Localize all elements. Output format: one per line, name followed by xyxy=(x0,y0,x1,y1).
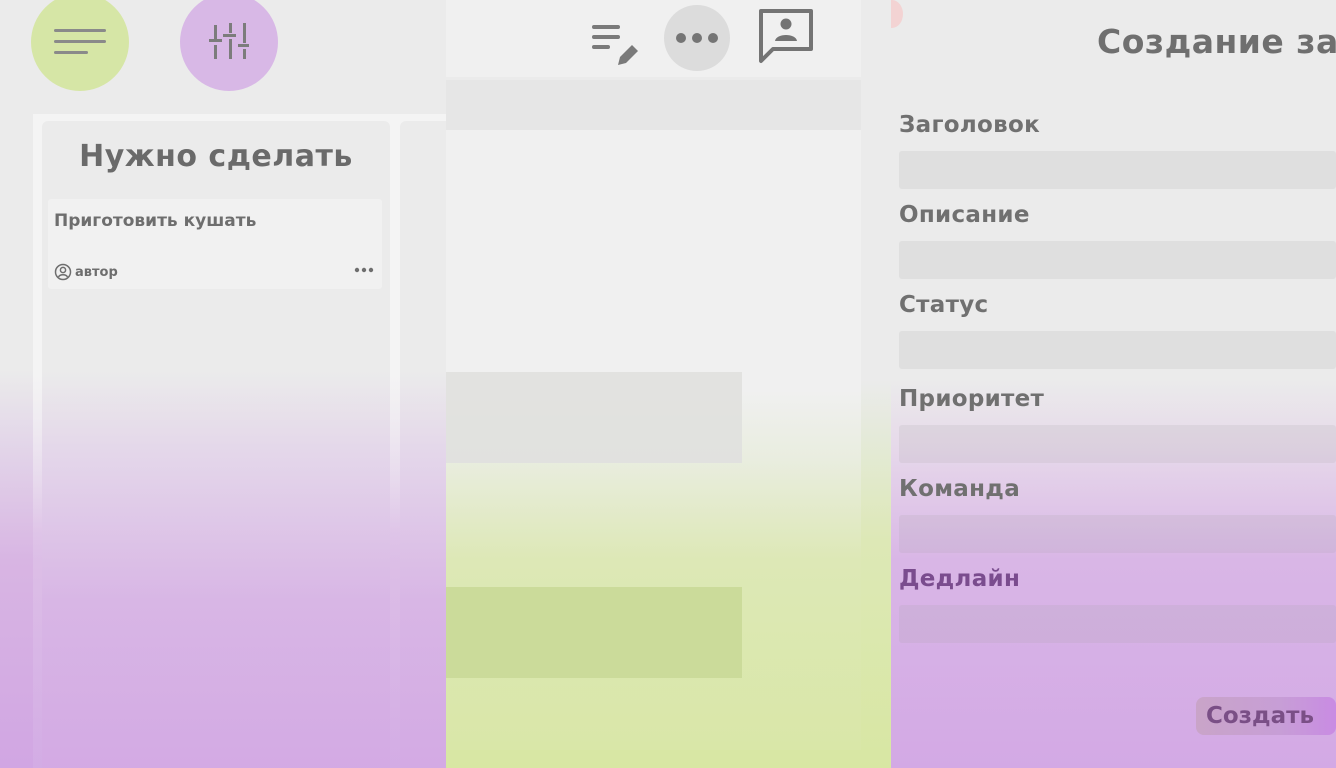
more-button[interactable] xyxy=(664,5,730,71)
filter-button[interactable] xyxy=(180,0,278,91)
menu-button[interactable] xyxy=(31,0,129,91)
chat-user-icon xyxy=(759,9,813,63)
create-button[interactable]: Создать xyxy=(1196,697,1336,735)
task-title: Приготовить кушать xyxy=(54,211,257,231)
task-header-strip xyxy=(446,80,861,130)
task-view-panel xyxy=(446,0,891,768)
more-horizontal-icon xyxy=(676,33,718,43)
column-todo: Нужно сделать Приготовить кушать автор xyxy=(42,121,390,768)
status-input[interactable] xyxy=(899,331,1336,369)
task-author: автор xyxy=(54,263,118,281)
field-label-status: Статус xyxy=(899,292,989,318)
field-label-description: Описание xyxy=(899,202,1030,228)
user-circle-icon xyxy=(54,263,72,281)
description-input[interactable] xyxy=(899,241,1336,279)
content-block xyxy=(446,587,742,678)
column-next xyxy=(400,121,446,768)
title-input[interactable] xyxy=(899,151,1336,189)
field-label-title: Заголовок xyxy=(899,112,1040,138)
more-horizontal-icon xyxy=(354,267,374,273)
create-task-panel: Создание за Заголовок Описание Статус Пр… xyxy=(891,0,1336,768)
task-more-button[interactable] xyxy=(354,261,374,277)
chat-button[interactable] xyxy=(756,6,816,66)
field-label-priority: Приоритет xyxy=(899,386,1045,412)
edit-list-icon xyxy=(592,25,638,65)
field-label-team: Команда xyxy=(899,476,1021,502)
content-block xyxy=(446,372,742,463)
column-title: Нужно сделать xyxy=(79,139,353,174)
priority-input[interactable] xyxy=(899,425,1336,463)
board-panel: Нужно сделать Приготовить кушать автор xyxy=(0,0,446,768)
hamburger-icon xyxy=(54,29,106,54)
task-card[interactable]: Приготовить кушать автор xyxy=(48,199,382,289)
board-columns: Нужно сделать Приготовить кушать автор xyxy=(33,114,446,768)
deadline-input[interactable] xyxy=(899,605,1336,643)
task-author-name: автор xyxy=(75,264,118,280)
close-button[interactable] xyxy=(891,0,903,28)
sliders-icon xyxy=(209,23,249,59)
team-input[interactable] xyxy=(899,515,1336,553)
form-title: Создание за xyxy=(1097,22,1336,61)
edit-list-button[interactable] xyxy=(588,20,640,70)
field-label-deadline: Дедлайн xyxy=(899,566,1021,592)
